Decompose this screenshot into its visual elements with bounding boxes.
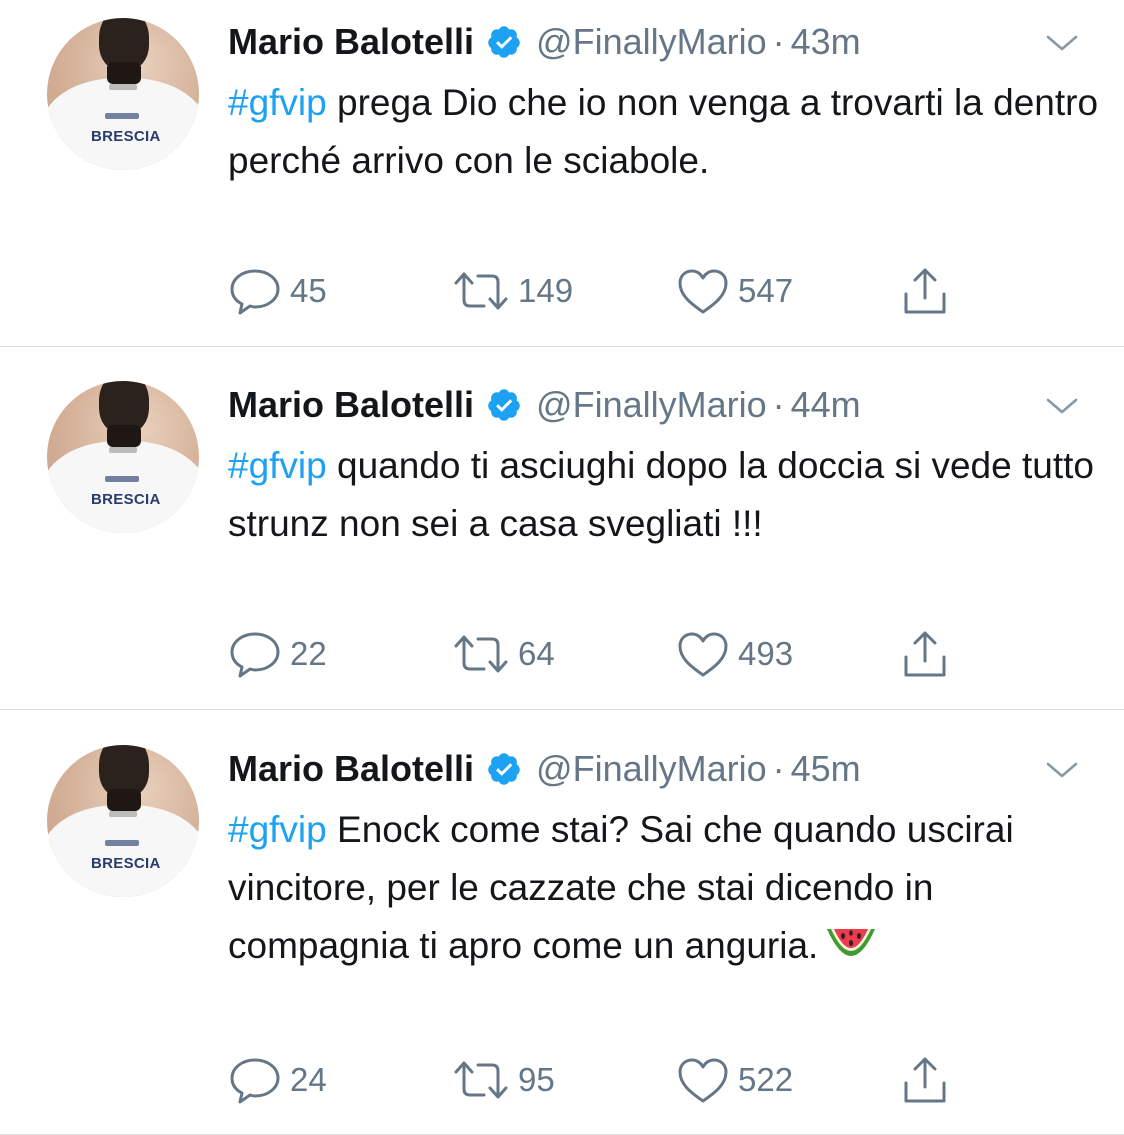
tweet-header: Mario Balotelli @FinallyMario · 44m (228, 383, 861, 427)
reply-count: 22 (290, 635, 327, 672)
retweet-count: 95 (518, 1061, 555, 1098)
avatar[interactable]: BRESCIA (47, 745, 199, 897)
author-handle[interactable]: @FinallyMario (536, 748, 767, 790)
avatar-shirt-text: BRESCIA (91, 128, 161, 145)
hashtag-link[interactable]: #gfvip (228, 445, 327, 486)
share-button[interactable] (900, 629, 950, 679)
verified-badge-icon (488, 389, 520, 421)
tweet-time[interactable]: 45m (791, 748, 861, 790)
share-icon (904, 1057, 946, 1103)
share-button[interactable] (900, 266, 950, 316)
retweet-icon (454, 635, 508, 673)
author-name[interactable]: Mario Balotelli (228, 384, 474, 426)
like-icon (678, 269, 728, 314)
separator-dot: · (772, 748, 785, 789)
verified-badge-icon (488, 26, 520, 58)
like-icon (678, 632, 728, 677)
share-icon (904, 268, 946, 314)
reply-button[interactable]: 22 (228, 629, 327, 679)
divider (0, 709, 1124, 710)
tweet-body: Enock come stai? Sai che quando uscirai … (228, 809, 1014, 966)
like-button[interactable]: 522 (676, 1055, 793, 1105)
reply-button[interactable]: 24 (228, 1055, 327, 1105)
tweet-actions: 24 95 522 (228, 1055, 988, 1105)
reply-icon (230, 632, 280, 678)
tweet-time[interactable]: 44m (791, 384, 861, 426)
retweet-icon (454, 1061, 508, 1099)
tweet[interactable]: BRESCIA Mario Balotelli @FinallyMario · … (0, 727, 1124, 1135)
retweet-button[interactable]: 95 (452, 1055, 555, 1105)
author-handle[interactable]: @FinallyMario (536, 21, 767, 63)
avatar[interactable]: BRESCIA (47, 381, 199, 533)
reply-count: 24 (290, 1061, 327, 1098)
reply-count: 45 (290, 272, 327, 309)
reply-icon (230, 269, 280, 315)
reply-button[interactable]: 45 (228, 266, 327, 316)
watermelon-emoji (827, 929, 876, 957)
tweet-text: #gfvip Enock come stai? Sai che quando u… (228, 801, 1108, 975)
share-icon (904, 631, 946, 677)
divider (0, 346, 1124, 347)
author-name[interactable]: Mario Balotelli (228, 21, 474, 63)
separator-dot: · (772, 21, 785, 62)
tweet-body: quando ti asciughi dopo la doccia si ved… (228, 445, 1094, 544)
tweet[interactable]: BRESCIA Mario Balotelli @FinallyMario · … (0, 363, 1124, 710)
avatar-shirt-text: BRESCIA (91, 491, 161, 508)
verified-badge-icon (488, 753, 520, 785)
chevron-down-icon[interactable] (1044, 395, 1080, 417)
tweet-text: #gfvip quando ti asciughi dopo la doccia… (228, 437, 1108, 553)
like-count: 522 (738, 1061, 794, 1098)
tweet[interactable]: BRESCIA Mario Balotelli @FinallyMario · … (0, 0, 1124, 347)
avatar[interactable]: BRESCIA (47, 18, 199, 170)
tweet-actions: 45 149 547 (228, 266, 988, 316)
tweet-header: Mario Balotelli @FinallyMario · 45m (228, 747, 861, 791)
author-name[interactable]: Mario Balotelli (228, 748, 474, 790)
like-button[interactable]: 493 (676, 629, 793, 679)
tweet-header: Mario Balotelli @FinallyMario · 43m (228, 20, 861, 64)
like-count: 493 (738, 635, 794, 672)
separator-dot: · (772, 384, 785, 425)
retweet-icon (454, 272, 508, 310)
tweet-time[interactable]: 43m (791, 21, 861, 63)
chevron-down-icon[interactable] (1044, 759, 1080, 781)
like-icon (678, 1058, 728, 1103)
tweet-actions: 22 64 493 (228, 629, 988, 679)
retweet-button[interactable]: 64 (452, 629, 555, 679)
retweet-count: 149 (518, 272, 574, 309)
like-count: 547 (738, 272, 794, 309)
hashtag-link[interactable]: #gfvip (228, 809, 327, 850)
tweet-body: prega Dio che io non venga a trovarti la… (228, 82, 1099, 181)
share-button[interactable] (900, 1055, 950, 1105)
like-button[interactable]: 547 (676, 266, 793, 316)
reply-icon (230, 1058, 280, 1104)
hashtag-link[interactable]: #gfvip (228, 82, 327, 123)
tweet-text: #gfvip prega Dio che io non venga a trov… (228, 74, 1108, 190)
author-handle[interactable]: @FinallyMario (536, 384, 767, 426)
avatar-shirt-text: BRESCIA (91, 855, 161, 872)
chevron-down-icon[interactable] (1044, 32, 1080, 54)
retweet-count: 64 (518, 635, 555, 672)
retweet-button[interactable]: 149 (452, 266, 573, 316)
